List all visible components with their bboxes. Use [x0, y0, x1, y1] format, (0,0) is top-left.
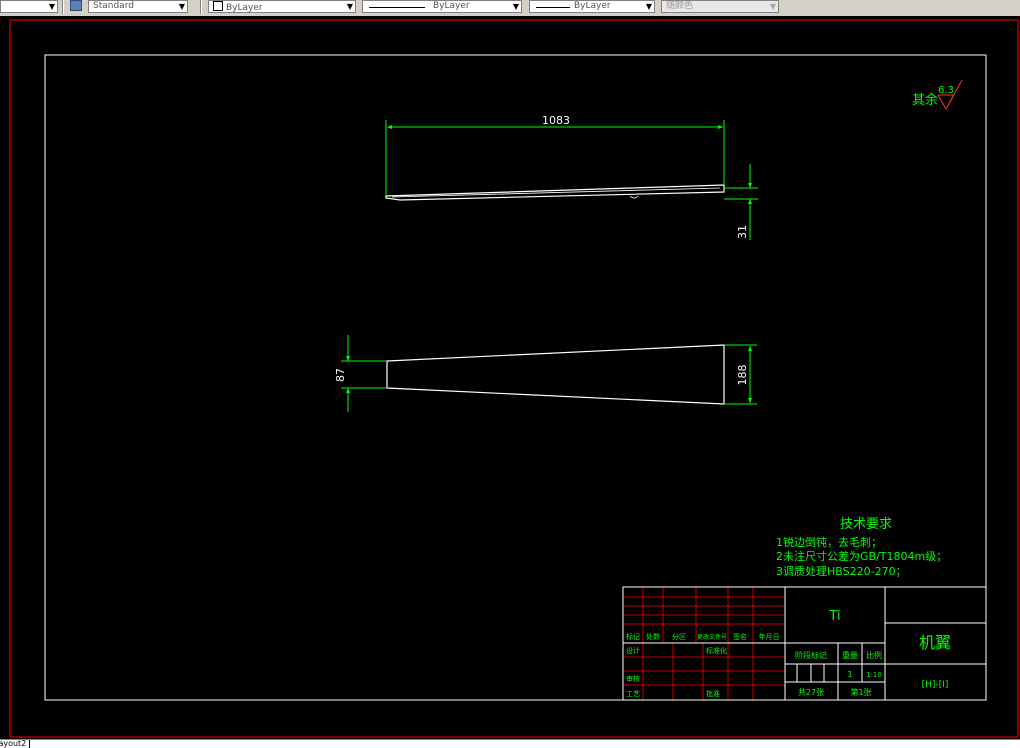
design-label: 设计 [626, 646, 640, 655]
properties-toolbar: ▼ Standard ▼ ByLayer ▼ ByLayer ▼ ByLayer ▼ 随… [0, 0, 1020, 17]
drawing-number-text: [H]-[I] [922, 680, 949, 690]
tech-req-title: 技术要求 [840, 517, 892, 532]
plotstyle-value: 随颜色 [666, 1, 694, 11]
linetype-preview-icon [369, 7, 425, 8]
wing-plan-outline [386, 344, 725, 405]
scale-label: 比例 [866, 650, 882, 660]
plan-view: 87 188 [334, 335, 757, 412]
color-swatch-icon [213, 1, 223, 11]
scale-value: 1:10 [866, 671, 882, 679]
color-value: ByLayer [226, 3, 263, 13]
text-style-icon[interactable] [70, 0, 82, 11]
lineweight-value: ByLayer [574, 1, 611, 11]
linetype-combo[interactable]: ByLayer ▼ [362, 0, 522, 13]
text-style-combo[interactable]: Standard ▼ [88, 0, 188, 13]
paper-boundary [9, 19, 1019, 738]
color-combo[interactable]: ByLayer ▼ [208, 0, 356, 13]
dim-root-text: 87 [334, 368, 347, 382]
tech-req-item: 1锐边倒钝，去毛刺； [776, 535, 882, 549]
toolbar-separator [200, 0, 202, 14]
check-label: 审核 [626, 674, 640, 683]
dim-thickness-text: 31 [736, 225, 749, 239]
total-sheets-text: 共27张 [798, 688, 824, 697]
rev-header: 分区 [672, 632, 686, 641]
roughness-value: 6.3 [938, 85, 954, 96]
drawing-border [44, 54, 987, 701]
chevron-down-icon: ▼ [48, 2, 55, 11]
rev-header: 更改文件号 [697, 633, 727, 641]
wing-top-notch [629, 195, 639, 199]
chevron-down-icon: ▼ [346, 2, 353, 11]
lineweight-preview-icon [536, 7, 570, 8]
quantity-value: 1 [847, 670, 852, 679]
process-label: 工艺 [626, 690, 640, 698]
part-name-text: 机翼 [919, 633, 951, 652]
sheet-number-text: 第1张 [850, 687, 871, 697]
text-style-value: Standard [93, 1, 134, 11]
roughness-label: 其余 [912, 92, 938, 108]
plotstyle-combo[interactable]: 随颜色 ▼ [661, 0, 779, 13]
rev-header: 年月日 [759, 632, 780, 641]
material-text: Ti [828, 609, 840, 624]
rev-header: 标记 [626, 632, 640, 641]
rev-header: 签名 [733, 632, 747, 641]
dim-tip-text: 188 [736, 365, 749, 386]
drawing-canvas[interactable]: 其余 6.3 1083 31 87 188 技术要求 1锐边倒钝，去毛刺； 2未… [0, 16, 1020, 739]
top-view: 1083 31 [385, 114, 758, 240]
approve-label: 批准 [706, 689, 720, 698]
surface-roughness-symbol: 其余 6.3 [912, 79, 963, 111]
technical-requirements: 技术要求 1锐边倒钝，去毛刺； 2未注尺寸公差为GB/T1804m级； 3调质处… [776, 517, 947, 578]
linetype-value: ByLayer [433, 1, 470, 11]
dim-length-text: 1083 [542, 114, 570, 127]
stage-mark-label: 阶段标记 [795, 650, 827, 660]
tech-req-item: 3调质处理HBS220-270； [776, 565, 907, 578]
chevron-down-icon: ▼ [512, 2, 519, 11]
rev-header: 处数 [646, 632, 660, 641]
left-style-combo[interactable]: ▼ [0, 0, 58, 13]
chevron-down-icon: ▼ [645, 2, 652, 11]
drawing-svg[interactable]: 其余 6.3 1083 31 87 188 技术要求 1锐边倒钝，去毛刺； 2未… [0, 16, 1020, 739]
toolbar-separator [62, 0, 64, 14]
weight-label: 重量 [842, 650, 858, 660]
title-block-grid [623, 588, 785, 700]
standardize-label: 标准化 [706, 646, 727, 655]
chevron-down-icon: ▼ [178, 2, 185, 11]
lineweight-combo[interactable]: ByLayer ▼ [529, 0, 655, 13]
tech-req-item: 2未注尺寸公差为GB/T1804m级； [776, 549, 947, 563]
title-block: 标记 处数 分区 更改文件号 签名 年月日 设计 标准化 审核 工艺 批准 Ti… [622, 586, 987, 701]
chevron-down-icon: ▼ [769, 2, 776, 11]
